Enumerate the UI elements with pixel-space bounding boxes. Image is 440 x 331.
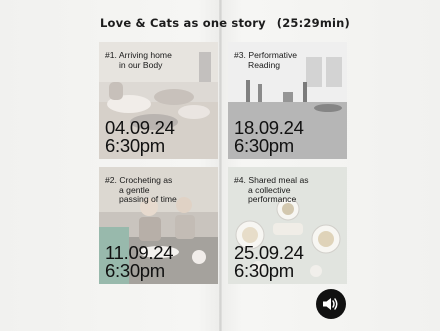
sound-toggle-button[interactable]: [316, 289, 346, 319]
page: Love & Cats as one story (25:29min) #1. …: [0, 0, 440, 331]
event-tile-1[interactable]: #1. Arriving home in our Body 04.09.24 6…: [99, 42, 218, 159]
speaker-icon: [323, 298, 338, 310]
event-title: #3. Performative Reading: [234, 50, 298, 70]
event-title: #1. Arriving home in our Body: [105, 50, 172, 70]
duration-label: (25:29min): [276, 16, 350, 30]
event-tile-4[interactable]: #4. Shared meal as a collective performa…: [228, 167, 347, 284]
event-tile-3[interactable]: #3. Performative Reading 18.09.24 6:30pm: [228, 42, 347, 159]
event-time: 6:30pm: [234, 260, 294, 281]
event-tile-2[interactable]: #2. Crocheting as a gentle passing of ti…: [99, 167, 218, 284]
event-time: 6:30pm: [105, 135, 165, 156]
event-datetime: 11.09.24 6:30pm: [105, 243, 174, 281]
event-datetime: 25.09.24 6:30pm: [234, 243, 304, 281]
event-datetime: 04.09.24 6:30pm: [105, 118, 175, 156]
event-time: 6:30pm: [234, 135, 294, 156]
event-datetime: 18.09.24 6:30pm: [234, 118, 304, 156]
event-title: #2. Crocheting as a gentle passing of ti…: [105, 175, 177, 205]
event-title: #4. Shared meal as a collective performa…: [234, 175, 309, 205]
page-header: Love & Cats as one story (25:29min): [100, 16, 350, 30]
event-grid: #1. Arriving home in our Body 04.09.24 6…: [99, 42, 347, 285]
event-time: 6:30pm: [105, 260, 165, 281]
page-title: Love & Cats as one story: [100, 16, 266, 30]
